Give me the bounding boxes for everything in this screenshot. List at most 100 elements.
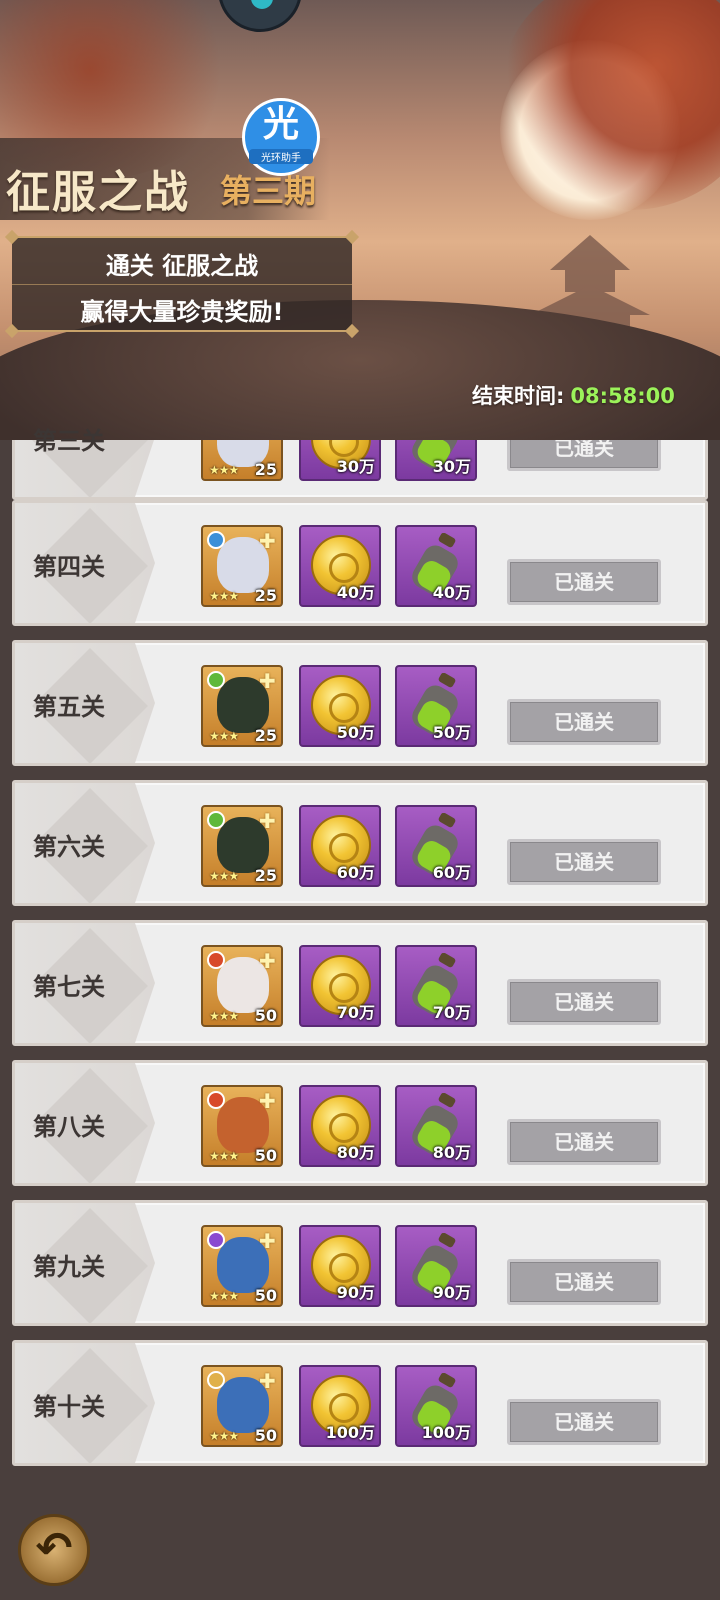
stage-name: 第五关 (33, 693, 105, 721)
potion-reward[interactable]: 100万 (395, 1365, 477, 1447)
end-time-label: 结束时间: (472, 384, 565, 408)
gold-reward[interactable]: 80万 (299, 1085, 381, 1167)
plus-icon: ✚ (259, 1229, 276, 1253)
hero-portrait[interactable]: ✚ ★★★ 25 (201, 805, 283, 887)
plus-icon: ✚ (259, 949, 276, 973)
hero-level: 50 (254, 1426, 277, 1445)
potion-amount: 70万 (432, 1003, 471, 1022)
stage-row: 第十关 ✚ ★★★ 50 100万 100万 已通关 (12, 1340, 708, 1466)
hero-stars: ★★★ (209, 463, 239, 477)
watermark-char: 光 (262, 104, 299, 145)
hero-portrait[interactable]: ✚ ★★★ 25 (201, 665, 283, 747)
hero-level: 50 (254, 1286, 277, 1305)
stage-name: 第八关 (33, 1113, 105, 1141)
potion-reward[interactable]: 80万 (395, 1085, 477, 1167)
stage-name: 第六关 (33, 833, 105, 861)
potion-reward[interactable]: 50万 (395, 665, 477, 747)
hero-portrait[interactable]: ✚ ★★★ 50 (201, 945, 283, 1027)
potion-amount: 30万 (432, 457, 471, 476)
potion-amount: 90万 (432, 1283, 471, 1302)
gold-reward[interactable]: 40万 (299, 525, 381, 607)
stage-row: 第九关 ✚ ★★★ 50 90万 90万 已通关 (12, 1200, 708, 1326)
hero-level: 25 (254, 586, 277, 605)
potion-reward[interactable]: 70万 (395, 945, 477, 1027)
stage-name: 第七关 (33, 973, 105, 1001)
gold-amount: 100万 (325, 1423, 375, 1442)
stage-row: 第五关 ✚ ★★★ 25 50万 50万 已通关 (12, 640, 708, 766)
end-time-value: 08:58:00 (570, 384, 675, 408)
stage-name: 第四关 (33, 553, 105, 581)
stage-name: 第十关 (33, 1393, 105, 1421)
gold-reward[interactable]: 50万 (299, 665, 381, 747)
dark-element-icon (207, 1231, 225, 1249)
cleared-button[interactable]: 已通关 (507, 1399, 661, 1445)
stage-name: 第三关 (33, 427, 105, 455)
back-arrow-icon[interactable]: ↶ (18, 1514, 90, 1586)
gold-amount: 30万 (336, 457, 375, 476)
diamond-ornament-icon (344, 229, 360, 245)
fire-element-icon (207, 1091, 225, 1109)
water-element-icon (207, 531, 225, 549)
event-banner: 征服之战 第三期 光 光环助手 通关 征服之战 赢得大量珍贵奖励! 结束时间: 0… (0, 0, 720, 440)
hero-stars: ★★★ (209, 1289, 239, 1303)
end-time: 结束时间: 08:58:00 (472, 380, 675, 410)
stage-row: 第七关 ✚ ★★★ 50 70万 70万 已通关 (12, 920, 708, 1046)
hero-stars: ★★★ (209, 1009, 239, 1023)
plus-icon: ✚ (259, 1369, 276, 1393)
hero-level: 50 (254, 1146, 277, 1165)
gold-amount: 70万 (336, 1003, 375, 1022)
cleared-button[interactable]: 已通关 (507, 699, 661, 745)
gold-amount: 50万 (336, 723, 375, 742)
hero-level: 25 (254, 866, 277, 885)
event-title: 征服之战 (6, 167, 190, 218)
hero-level: 25 (254, 726, 277, 745)
cleared-button[interactable]: 已通关 (507, 839, 661, 885)
hero-portrait[interactable]: ✚ ★★★ 50 (201, 1365, 283, 1447)
potion-reward[interactable]: 60万 (395, 805, 477, 887)
promo-divider (12, 284, 352, 285)
mascot-icon[interactable] (218, 0, 302, 32)
gold-amount: 60万 (336, 863, 375, 882)
stage-row: 第四关 ✚ ★★★ 25 40万 40万 已通关 (12, 500, 708, 626)
hero-level: 25 (254, 460, 277, 479)
hero-portrait[interactable]: ✚ ★★★ 50 (201, 1225, 283, 1307)
hero-stars: ★★★ (209, 729, 239, 743)
gold-reward[interactable]: 90万 (299, 1225, 381, 1307)
gold-reward[interactable]: 70万 (299, 945, 381, 1027)
fire-element-icon (207, 951, 225, 969)
stage-row: 第八关 ✚ ★★★ 50 80万 80万 已通关 (12, 1060, 708, 1186)
promo-line-1: 通关 征服之战 (105, 252, 259, 280)
promo-box: 通关 征服之战 赢得大量珍贵奖励! (4, 229, 360, 339)
cleared-button[interactable]: 已通关 (507, 979, 661, 1025)
potion-reward[interactable]: 40万 (395, 525, 477, 607)
gold-amount: 90万 (336, 1283, 375, 1302)
plus-icon: ✚ (259, 529, 276, 553)
cleared-button[interactable]: 已通关 (507, 559, 661, 605)
nature-element-icon (207, 671, 225, 689)
cleared-button[interactable]: 已通关 (507, 1259, 661, 1305)
stage-name: 第九关 (33, 1253, 105, 1281)
hero-portrait[interactable]: ✚ ★★★ 25 (201, 525, 283, 607)
stage-row: 第六关 ✚ ★★★ 25 60万 60万 已通关 (12, 780, 708, 906)
potion-amount: 50万 (432, 723, 471, 742)
cleared-button[interactable]: 已通关 (507, 1119, 661, 1165)
gold-reward[interactable]: 60万 (299, 805, 381, 887)
watermark-text: 光环助手 (249, 149, 313, 164)
potion-reward[interactable]: 90万 (395, 1225, 477, 1307)
hero-level: 50 (254, 1006, 277, 1025)
potion-amount: 60万 (432, 863, 471, 882)
potion-amount: 100万 (421, 1423, 471, 1442)
plus-icon: ✚ (259, 1089, 276, 1113)
light-element-icon (207, 1371, 225, 1389)
plus-icon: ✚ (259, 669, 276, 693)
hero-portrait[interactable]: ✚ ★★★ 50 (201, 1085, 283, 1167)
gold-amount: 40万 (336, 583, 375, 602)
potion-amount: 40万 (432, 583, 471, 602)
plus-icon: ✚ (259, 809, 276, 833)
promo-line-2: 赢得大量珍贵奖励! (80, 298, 284, 326)
gold-reward[interactable]: 100万 (299, 1365, 381, 1447)
hero-stars: ★★★ (209, 1429, 239, 1443)
nature-element-icon (207, 811, 225, 829)
watermark-badge: 光 光环助手 (242, 98, 320, 176)
hero-stars: ★★★ (209, 1149, 239, 1163)
